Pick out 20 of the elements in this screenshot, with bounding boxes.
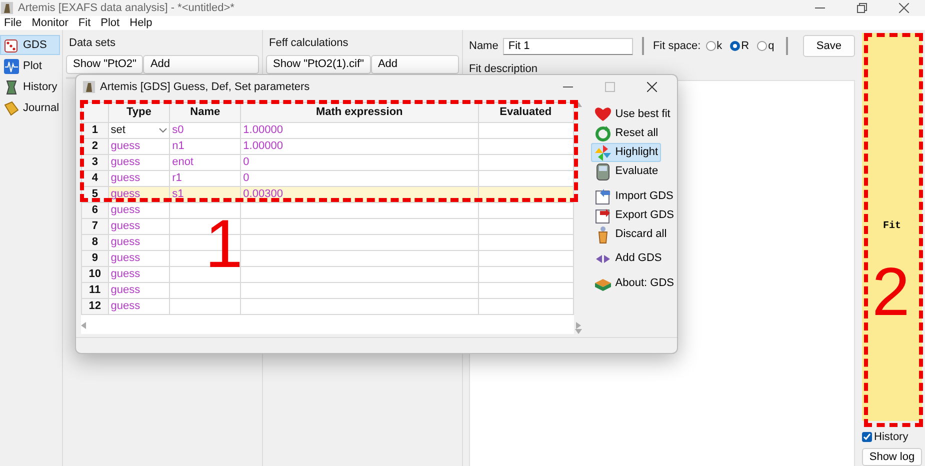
row-number: 7 (82, 218, 108, 234)
column-header: Name (170, 102, 241, 122)
fit-space-label: Fit space: (652, 38, 701, 54)
row-number: 8 (82, 234, 108, 250)
column-header: Type (108, 102, 170, 122)
window-title: Artemis [EXAFS data analysis] - *<untitled>* (18, 0, 234, 16)
row-number: 12 (82, 298, 108, 314)
column-header: Math expression (240, 102, 478, 122)
row-number: 10 (82, 266, 108, 282)
column-header: Evaluated (478, 102, 574, 122)
name-label: Name (469, 38, 498, 54)
description-label: Fit description (469, 63, 538, 75)
group-label: Feff calculations (269, 36, 348, 51)
row-number: 9 (82, 250, 108, 266)
row-number: 11 (82, 282, 108, 298)
row-number: 6 (82, 202, 108, 218)
group-label: Data sets (69, 36, 116, 51)
annotation-number: 2 (872, 258, 910, 326)
annotation-number: 1 (205, 210, 243, 278)
dialog-title: Artemis [GDS] Guess, Def, Set parameters (100, 80, 310, 95)
